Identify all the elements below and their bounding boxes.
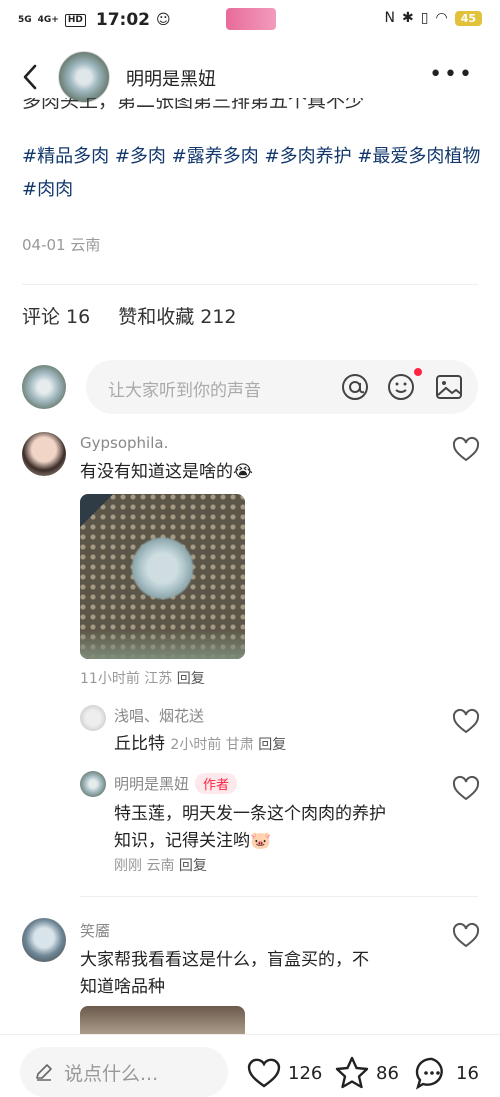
comment-text-line2: 知道啥品种: [80, 977, 165, 997]
collect-button[interactable]: 86: [334, 1055, 399, 1091]
author-reply-text-line1: 特玉莲，明天发一条这个肉肉的养护: [114, 804, 386, 824]
author-reply-text-line2: 知识，记得关注哟🐷: [114, 831, 272, 851]
chat-bubble-icon: [415, 1057, 443, 1090]
vibrate-icon: ▯: [420, 10, 429, 26]
comment-text-line1: 大家帮我看看这是什么，盲盒买的，不: [80, 950, 369, 970]
heart-icon: [247, 1058, 281, 1088]
tag-link[interactable]: #多肉: [115, 146, 166, 167]
author-reply-meta: 刚刚 云南 回复: [114, 858, 207, 874]
commenter-name[interactable]: Gypsophila.: [80, 434, 168, 452]
network-4g: 4G+: [37, 14, 59, 25]
emoji-icon[interactable]: [386, 368, 422, 402]
post-tags: #精品多肉 #多肉 #露养多肉 #多肉养护 #最爱多肉植物 #肉肉: [22, 140, 484, 206]
wechat-icon: ☺: [156, 12, 171, 28]
like-heart-icon[interactable]: [452, 922, 480, 950]
collect-count: 86: [376, 1062, 399, 1084]
reply-button[interactable]: 回复: [177, 671, 205, 687]
comment-meta: 11小时前 江苏 回复: [80, 671, 205, 687]
battery-indicator: 45: [454, 10, 482, 26]
tag-link[interactable]: #肉肉: [22, 179, 73, 200]
comment-text: 有没有知道这是啥的😭: [80, 462, 253, 482]
image-icon[interactable]: [434, 372, 464, 402]
more-options-icon[interactable]: •••: [429, 62, 474, 87]
back-button[interactable]: [16, 62, 46, 92]
hd-badge: HD: [64, 13, 86, 27]
status-bar: 5G 4G+ HD 17:02 ☺ N ✱ ▯ ◠ 45: [0, 0, 500, 40]
author-badge: 作者: [195, 773, 238, 794]
author-name[interactable]: 明明是黑妞: [126, 65, 216, 91]
commenter-name[interactable]: 笑靥: [80, 920, 110, 941]
comment-total: 16: [456, 1062, 479, 1084]
comment-count: 评论 16: [22, 306, 91, 328]
bottom-action-bar: 说点什么... 126 86 16: [0, 1034, 500, 1097]
comment-photo[interactable]: [80, 494, 245, 659]
post-text-cut: 多肉头上，第二张图第三排第五个真不少: [22, 98, 365, 112]
post-location: 云南: [70, 236, 101, 254]
say-something-input[interactable]: 说点什么...: [20, 1047, 228, 1097]
author-reply-avatar[interactable]: [80, 771, 106, 797]
like-heart-icon[interactable]: [452, 708, 480, 736]
tag-link[interactable]: #露养多肉: [172, 146, 259, 167]
tag-link[interactable]: #最爱: [357, 146, 408, 167]
reply-button[interactable]: 回复: [179, 858, 207, 874]
stats-row: 评论 16 赞和收藏 212: [22, 302, 237, 329]
author-avatar[interactable]: [58, 51, 110, 103]
comment-button[interactable]: 16: [414, 1055, 479, 1091]
my-avatar: [22, 365, 66, 409]
like-button[interactable]: 126: [246, 1055, 322, 1091]
tag-link[interactable]: #多肉养护: [264, 146, 351, 167]
commenter-avatar[interactable]: [22, 918, 66, 962]
post-meta: 04-01 云南: [22, 234, 100, 255]
like-heart-icon[interactable]: [452, 436, 480, 464]
like-heart-icon[interactable]: [452, 775, 480, 803]
notification-dot: [414, 368, 422, 376]
likes-collects-count: 赞和收藏 212: [118, 306, 237, 328]
mention-icon[interactable]: [340, 372, 370, 402]
status-time: 17:02: [95, 10, 150, 30]
post-date: 04-01: [22, 236, 66, 254]
comment-input[interactable]: 让大家听到你的声音: [86, 360, 478, 414]
bluetooth-icon: ✱: [402, 10, 414, 26]
back-arrow-icon: [23, 64, 37, 90]
reply-text: 丘比特 2小时前 甘肃 回复: [114, 734, 287, 754]
network-5g: 5G: [18, 14, 32, 25]
author-reply-name[interactable]: 明明是黑妞 作者: [114, 773, 238, 794]
reply-button[interactable]: 回复: [258, 737, 286, 753]
notification-pill: [226, 8, 276, 30]
divider: [80, 896, 478, 897]
nfc-icon: N: [384, 10, 396, 26]
replier-name[interactable]: 浅唱、烟花送: [114, 705, 204, 726]
tag-link[interactable]: #精品多肉: [22, 146, 109, 167]
pen-icon: [36, 1064, 52, 1081]
star-icon: [335, 1056, 369, 1089]
comment-input-placeholder: 让大家听到你的声音: [108, 381, 261, 401]
wifi-icon: ◠: [435, 10, 448, 26]
like-count: 126: [288, 1062, 323, 1084]
commenter-avatar[interactable]: [22, 432, 66, 476]
divider: [22, 284, 478, 285]
replier-avatar[interactable]: [80, 705, 106, 731]
tag-link[interactable]: 多肉植物: [408, 146, 480, 167]
